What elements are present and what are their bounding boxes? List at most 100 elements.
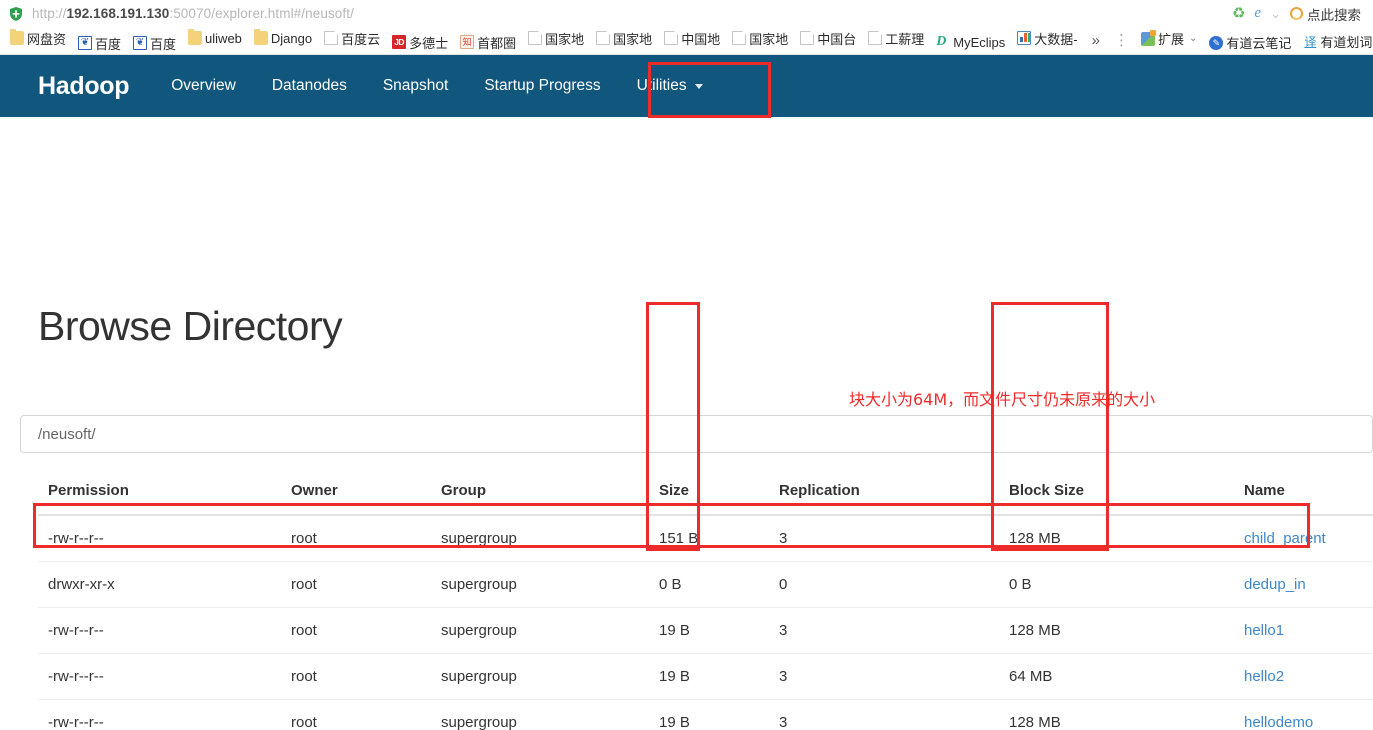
ie-browser-icon[interactable]: e [1254,6,1261,21]
column-header-name[interactable]: Name [1226,469,1373,516]
bookmark-label: 国家地 [545,31,585,47]
toolbar-extension-item[interactable]: 译有道划词翻 [1297,31,1373,53]
cell-group: supergroup [433,699,651,730]
url-prefix: http:// [32,6,67,21]
youdao-cloud-note-icon: ✎ [1209,35,1224,50]
cell-name: hello2 [1226,653,1373,700]
cell-replication: 3 [771,514,1001,562]
bookmark-item[interactable]: 工薪理 [862,27,930,49]
toolbar-extension-label: 有道云笔记 [1226,36,1292,51]
table-row: -rw-r--r-- root supergroup 19 B 3 128 MB hello… [38,607,1373,654]
cell-replication: 3 [771,607,1001,654]
file-name-link[interactable]: hellodemo [1244,714,1313,730]
bookmark-label: 国家地 [613,31,653,47]
cell-block-size: 128 MB [1001,514,1226,562]
bookmark-label: 多德士 [409,35,449,51]
annotation-note-text: 块大小为64M，而文件尺寸仍未原来的大小 [849,390,1156,409]
column-header-owner[interactable]: Owner [283,469,433,516]
hadoop-navbar: Hadoop Overview Datanodes Snapshot Startup … [0,55,1373,118]
toolbar-extension-label: 有道划词翻 [1320,35,1373,50]
page-icon [596,31,611,45]
recycle-icon[interactable]: ♻ [1232,6,1245,21]
bookmark-item[interactable]: JD 多德士 [386,31,454,53]
cell-replication: 3 [771,699,1001,730]
browser-menu-icon[interactable]: ⋮ [1108,33,1135,48]
chevron-down-icon[interactable]: ⌄ [1270,7,1281,20]
table-row: -rw-r--r-- root supergroup 19 B 3 128 MB hello… [38,699,1373,730]
nav-datanodes[interactable]: Datanodes [254,55,365,117]
cell-block-size: 128 MB [1001,699,1226,730]
cell-permission: -rw-r--r-- [38,514,283,562]
bookmark-item[interactable]: 知首都圈 [454,31,522,53]
jd-icon: JD [392,35,407,49]
bookmark-item[interactable]: 中国地 [658,27,726,49]
cell-owner: root [283,514,433,562]
bookmark-item[interactable]: ❦ 百度 [127,32,182,54]
cell-group: supergroup [433,561,651,608]
column-header-block-size[interactable]: Block Size [1001,469,1226,516]
path-input[interactable] [20,415,1373,453]
cell-size: 19 B [651,653,771,700]
table-row: -rw-r--r-- root supergroup 19 B 3 64 MB hello2 [38,653,1373,700]
bookmark-item[interactable]: 国家地 [726,27,794,49]
cell-replication: 3 [771,653,1001,700]
cell-size: 19 B [651,699,771,730]
table-header-row: Permission Owner Group Size Replication Block… [38,469,1373,516]
page-title: Browse Directory [38,303,343,349]
folder-icon [10,29,24,45]
file-name-link[interactable]: child_parent [1244,530,1326,547]
bookmark-label: 百度 [150,36,177,52]
extensions-icon [1140,29,1156,46]
bookmark-item[interactable]: 百度云 [318,27,386,49]
column-header-permission[interactable]: Permission [38,469,283,516]
file-name-link[interactable]: hello2 [1244,668,1284,685]
column-header-replication[interactable]: Replication [771,469,1001,516]
address-bar[interactable]: http://192.168.191.130:50070/explorer.ht… [0,0,1373,27]
browser-chrome: http://192.168.191.130:50070/explorer.ht… [0,0,1373,55]
search-hint[interactable]: 点此搜索 [1290,4,1361,24]
bookmark-item[interactable]: 国家地 [590,27,658,49]
page-icon [868,31,883,45]
folder-icon [253,29,268,45]
chart-icon [1017,31,1032,45]
myeclipse-icon: D [936,34,947,49]
bookmark-item[interactable]: D MyEclips [930,31,1011,53]
toolbar-extension-item[interactable]: ✎ 有道云笔记 [1203,32,1297,54]
file-name-link[interactable]: hello1 [1244,622,1284,639]
bookmark-item[interactable]: 国家地 [522,27,590,49]
bookmark-item[interactable]: Django [248,27,318,49]
nav-overview[interactable]: Overview [153,55,254,117]
bookmark-label: 大数据- [1034,31,1078,47]
nav-link-label: Datanodes [271,77,347,94]
page-icon [800,31,815,45]
bookmark-label: 中国地 [681,31,721,47]
bookmark-label: 中国台 [817,31,857,47]
hadoop-brand[interactable]: Hadoop [38,72,130,101]
chevron-down-icon[interactable]: ⌄ [1189,33,1197,44]
cell-block-size: 64 MB [1001,653,1226,700]
bookmark-item[interactable]: uliweb [182,27,248,49]
bookmark-item[interactable]: 大数据- [1011,27,1083,49]
column-header-size[interactable]: Size [651,469,771,516]
nav-links: Overview Datanodes Snapshot Startup Progres… [153,55,730,117]
url-host: 192.168.191.130 [66,6,170,21]
toolbar-extension-item[interactable]: 扩展 ⌄ [1135,28,1203,50]
bookmark-item[interactable]: 中国台 [794,27,862,49]
bookmarks-overflow-icon[interactable]: » [1084,32,1108,49]
bookmark-label: Django [270,30,313,46]
column-header-group[interactable]: Group [433,469,651,516]
nav-link-label: Utilities [636,77,687,94]
bookmark-item[interactable]: 网盘资 [4,27,72,49]
page-icon [324,31,339,45]
cell-name: child_parent [1226,514,1373,562]
nav-utilities[interactable]: Utilities [619,55,731,117]
cell-name: hellodemo [1226,699,1373,730]
cell-name: dedup_in [1226,561,1373,608]
nav-startup-progress[interactable]: Startup Progress [466,55,618,117]
nav-snapshot[interactable]: Snapshot [365,55,467,117]
bookmark-label: 首都圈 [477,35,517,51]
bookmark-label: 百度 [95,36,122,52]
bookmark-item[interactable]: ❦ 百度 [72,32,127,54]
cell-owner: root [283,561,433,608]
file-name-link[interactable]: dedup_in [1244,576,1306,593]
